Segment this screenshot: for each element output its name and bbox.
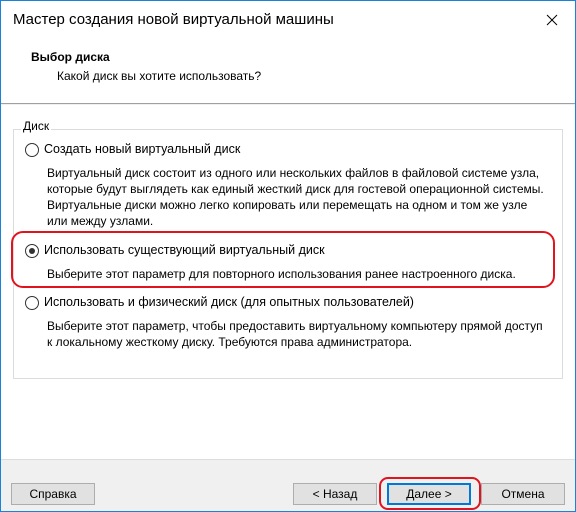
radio-use-physical[interactable] [25,296,39,310]
option-description: Выберите этот параметр, чтобы предостави… [47,319,543,349]
option-description: Виртуальный диск состоит из одного или н… [47,166,544,228]
wizard-header: Выбор диска Какой диск вы хотите использ… [1,39,575,104]
option-description: Выберите этот параметр для повторного ис… [47,267,516,281]
group-label: Диск [21,119,52,133]
back-button[interactable]: < Назад [293,483,377,505]
radio-use-existing[interactable] [25,244,39,258]
option-label[interactable]: Создать новый виртуальный диск [44,142,240,156]
title-bar: Мастер создания новой виртуальной машины [1,1,575,39]
help-button[interactable]: Справка [11,483,95,505]
close-button[interactable] [529,1,575,39]
next-button[interactable]: Далее > [387,483,471,505]
wizard-footer: Справка < Назад Далее > Отмена [1,459,575,511]
option-label[interactable]: Использовать и физический диск (для опыт… [44,295,414,309]
close-icon [546,14,558,26]
radio-create-new[interactable] [25,143,39,157]
page-subtitle: Какой диск вы хотите использовать? [57,69,262,83]
wizard-window: Мастер создания новой виртуальной машины… [0,0,576,512]
wizard-body: Диск Создать новый виртуальный диск Вирт… [1,105,575,459]
page-title: Выбор диска [31,50,110,64]
cancel-button[interactable]: Отмена [481,483,565,505]
window-title: Мастер создания новой виртуальной машины [13,11,334,28]
option-label[interactable]: Использовать существующий виртуальный ди… [44,243,325,257]
